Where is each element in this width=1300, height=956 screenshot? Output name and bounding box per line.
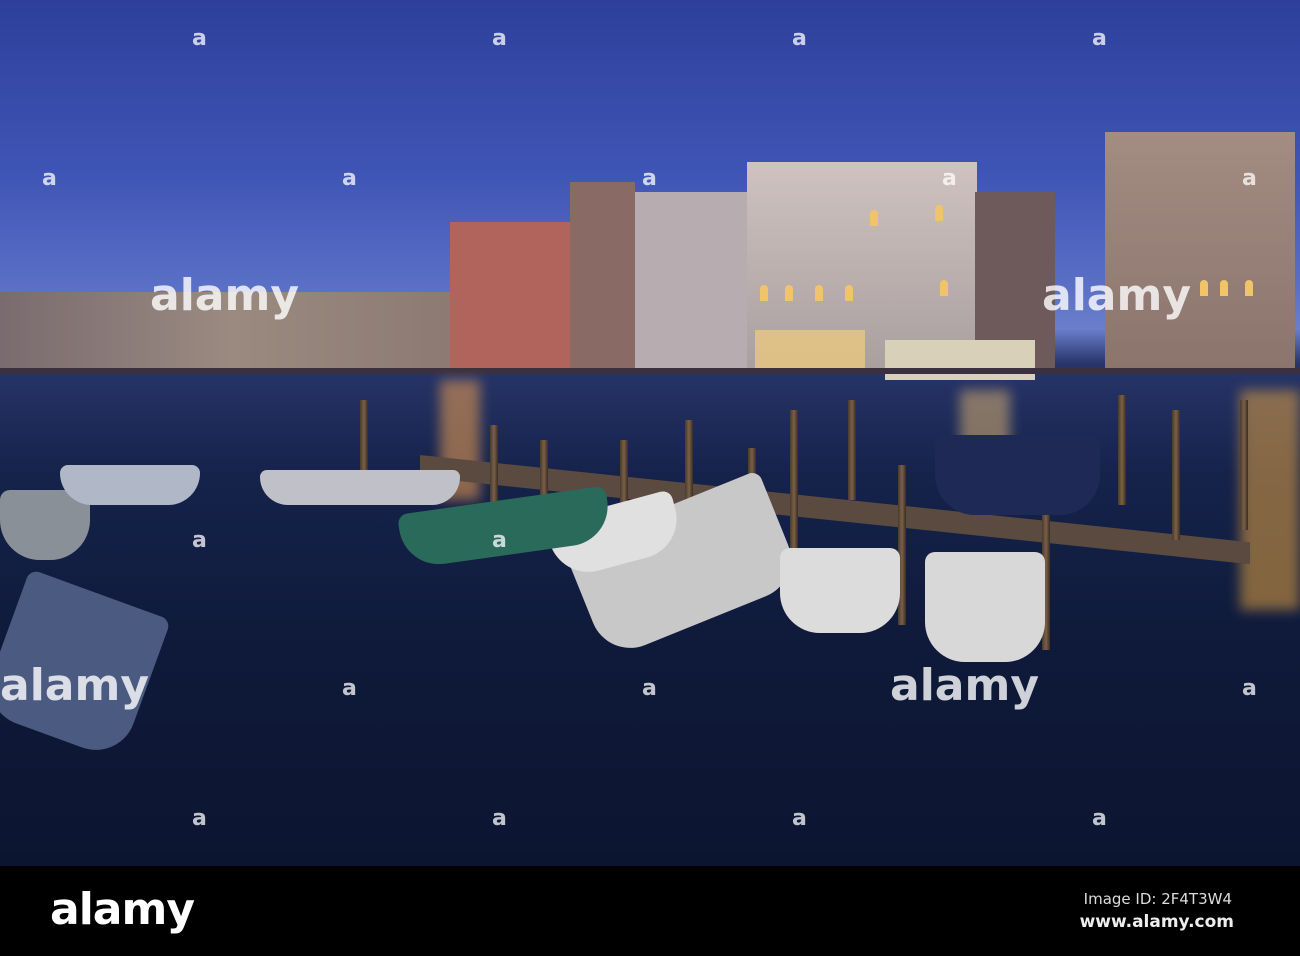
watermark-mark: a bbox=[342, 166, 357, 191]
watermark-mark: a bbox=[1242, 676, 1257, 701]
site-url: www.alamy.com bbox=[1079, 912, 1234, 932]
watermark-mark: a bbox=[492, 528, 507, 553]
building-brick bbox=[570, 182, 635, 372]
arcade-lights bbox=[755, 330, 865, 370]
watermark-mark: a bbox=[792, 26, 807, 51]
photo: a a a a a a a a a a a a a a a a a a alam… bbox=[0, 0, 1300, 866]
image-id: Image ID: 2F4T3W4 bbox=[1083, 890, 1232, 908]
watermark-mark: a bbox=[492, 806, 507, 831]
vaporetto-stop bbox=[885, 340, 1035, 380]
watermark-mark: a bbox=[792, 806, 807, 831]
watermark-mark: a bbox=[492, 26, 507, 51]
building-right bbox=[1105, 132, 1295, 372]
boat-covered bbox=[935, 435, 1100, 515]
watermark-mark: a bbox=[192, 26, 207, 51]
boat bbox=[60, 465, 200, 505]
watermark-logo: alamy bbox=[150, 270, 299, 321]
footer-bar bbox=[0, 866, 1300, 956]
watermark-mark: a bbox=[192, 806, 207, 831]
watermark-logo: alamy bbox=[890, 660, 1039, 711]
watermark-mark: a bbox=[1242, 166, 1257, 191]
watermark-logo: alamy bbox=[1042, 270, 1191, 321]
watermark-logo: alamy bbox=[0, 660, 149, 711]
boat bbox=[260, 470, 460, 505]
alamy-logo: alamy bbox=[50, 884, 195, 935]
watermark-mark: a bbox=[1092, 26, 1107, 51]
building-red-palazzo bbox=[450, 222, 570, 372]
watermark-mark: a bbox=[642, 676, 657, 701]
watermark-mark: a bbox=[942, 166, 957, 191]
watermark-mark: a bbox=[42, 166, 57, 191]
boat bbox=[925, 552, 1045, 662]
watermark-mark: a bbox=[192, 528, 207, 553]
boat bbox=[780, 548, 900, 633]
watermark-mark: a bbox=[342, 676, 357, 701]
watermark-mark: a bbox=[642, 166, 657, 191]
watermark-mark: a bbox=[1092, 806, 1107, 831]
quay bbox=[0, 368, 1300, 374]
building-white bbox=[635, 192, 747, 372]
